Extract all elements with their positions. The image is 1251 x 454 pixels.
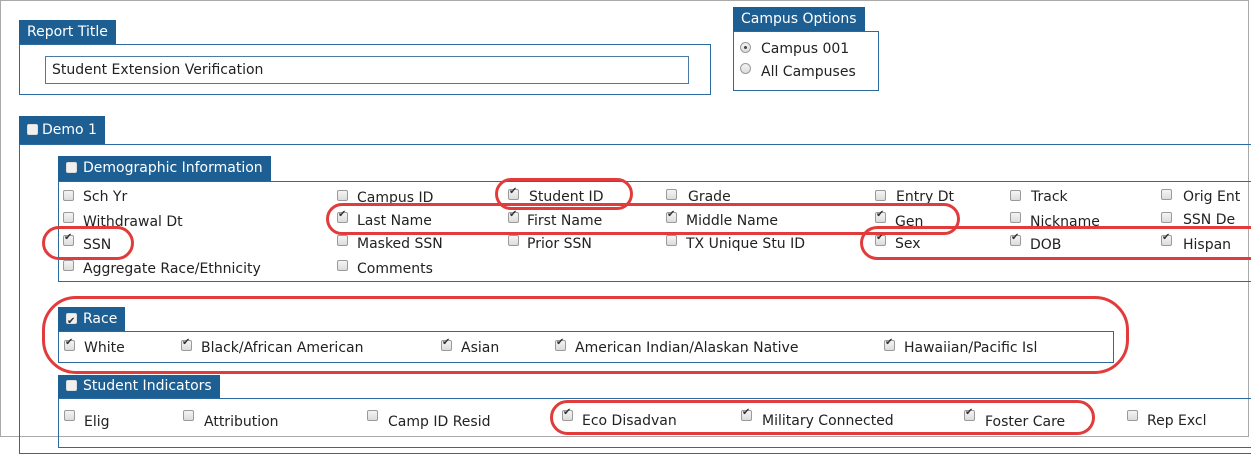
report-title-header: Report Title bbox=[19, 20, 116, 44]
track-checkbox[interactable] bbox=[1010, 190, 1021, 201]
campus-id-checkbox[interactable] bbox=[337, 190, 348, 201]
camp-id-resid-label: Camp ID Resid bbox=[388, 414, 491, 430]
track-label: Track bbox=[1031, 189, 1068, 205]
elig-label: Elig bbox=[84, 414, 110, 430]
report-title-input[interactable] bbox=[45, 56, 689, 84]
aggregate-race-checkbox[interactable] bbox=[63, 260, 74, 271]
demo1-header[interactable]: Demo 1 bbox=[19, 116, 105, 144]
grade-checkbox[interactable] bbox=[666, 189, 677, 200]
demographic-header[interactable]: Demographic Information bbox=[58, 156, 271, 181]
camp-id-resid-checkbox[interactable] bbox=[367, 410, 378, 421]
masked-ssn-label: Masked SSN bbox=[357, 236, 443, 252]
orig-ent-checkbox[interactable] bbox=[1161, 189, 1172, 200]
rep-excl-label: Rep Excl bbox=[1147, 413, 1207, 429]
prior-ssn-checkbox[interactable] bbox=[508, 235, 519, 246]
elig-checkbox[interactable] bbox=[64, 410, 75, 421]
aggregate-race-label: Aggregate Race/Ethnicity bbox=[83, 261, 261, 277]
attribution-checkbox[interactable] bbox=[183, 410, 194, 421]
sch-yr-label: Sch Yr bbox=[83, 189, 128, 205]
indicators-header[interactable]: Student Indicators bbox=[58, 375, 220, 398]
demographic-label: Demographic Information bbox=[83, 160, 263, 176]
indicators-label: Student Indicators bbox=[83, 378, 212, 394]
highlight-race bbox=[42, 296, 1129, 374]
withdrawal-dt-checkbox[interactable] bbox=[63, 212, 74, 223]
all-campuses-label: All Campuses bbox=[761, 64, 856, 80]
highlight-ssn bbox=[42, 226, 134, 260]
demographic-checkbox[interactable] bbox=[66, 162, 77, 173]
highlight-demographics-right bbox=[860, 226, 1251, 260]
ssn-de-checkbox[interactable] bbox=[1161, 212, 1172, 223]
demo1-label: Demo 1 bbox=[42, 122, 97, 138]
attribution-label: Attribution bbox=[204, 414, 279, 430]
sch-yr-checkbox[interactable] bbox=[63, 190, 74, 201]
highlight-indicators bbox=[550, 400, 1095, 435]
orig-ent-label: Orig Ent bbox=[1183, 189, 1241, 205]
campus-options-header: Campus Options bbox=[733, 7, 865, 31]
prior-ssn-label: Prior SSN bbox=[527, 236, 592, 252]
entry-dt-checkbox[interactable] bbox=[875, 190, 886, 201]
comments-checkbox[interactable] bbox=[337, 260, 348, 271]
rep-excl-checkbox[interactable] bbox=[1127, 410, 1138, 421]
campus-001-radio[interactable] bbox=[740, 42, 751, 53]
all-campuses-radio[interactable] bbox=[740, 63, 751, 74]
campus-options-box bbox=[733, 31, 879, 91]
demo1-checkbox[interactable] bbox=[27, 124, 38, 135]
indicators-checkbox[interactable] bbox=[66, 380, 77, 391]
campus-001-label: Campus 001 bbox=[761, 41, 850, 57]
tx-unique-stu-id-checkbox[interactable] bbox=[666, 235, 677, 246]
masked-ssn-checkbox[interactable] bbox=[337, 235, 348, 246]
comments-label: Comments bbox=[357, 261, 433, 277]
nickname-checkbox[interactable] bbox=[1010, 212, 1021, 223]
tx-unique-stu-id-label: TX Unique Stu ID bbox=[686, 236, 806, 252]
